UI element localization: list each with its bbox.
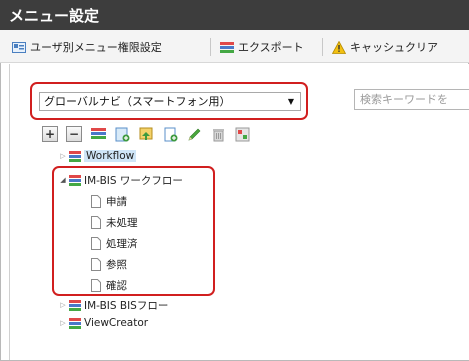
- collapsed-arrow-icon[interactable]: ▷: [59, 152, 67, 160]
- preview-icon: [235, 127, 249, 141]
- preview-button[interactable]: [234, 126, 250, 142]
- collapsed-arrow-icon[interactable]: ▷: [59, 319, 67, 327]
- minus-icon: −: [68, 127, 80, 141]
- add-page-button[interactable]: [162, 126, 178, 142]
- trash-icon: [212, 128, 224, 141]
- search-input[interactable]: 検索キーワードを: [354, 89, 469, 110]
- add-page-icon: [164, 127, 177, 141]
- add-folder-button[interactable]: [114, 126, 130, 142]
- collapsed-arrow-icon[interactable]: ▷: [59, 301, 67, 309]
- tree-node-label: IM-BIS BISフロー: [84, 299, 169, 312]
- dropdown-arrow-icon: ▼: [287, 97, 294, 106]
- collapse-all-button[interactable]: −: [66, 126, 82, 142]
- tree-node-workflow[interactable]: ▷ Workflow: [59, 148, 137, 164]
- import-button[interactable]: [138, 126, 154, 142]
- add-menu-icon: [90, 128, 106, 139]
- menu-icon: [69, 299, 81, 311]
- toolbar: ユーザ別メニュー権限設定 エクスポート キャッシュクリア: [0, 30, 469, 63]
- tree-node-viewcreator[interactable]: ▷ ViewCreator: [59, 315, 148, 331]
- add-menu-button[interactable]: [90, 126, 106, 142]
- import-icon: [139, 127, 152, 140]
- user-menu-permission-icon: [12, 41, 26, 54]
- menu-icon: [69, 150, 81, 162]
- export-icon: [220, 41, 234, 54]
- plus-icon: +: [44, 127, 56, 141]
- expand-all-button[interactable]: +: [42, 126, 58, 142]
- select-highlight: グローバルナビ（スマートフォン用） ▼: [30, 82, 308, 120]
- tree-node-label: Workflow: [84, 150, 137, 162]
- title-bar: メニュー設定: [0, 0, 469, 30]
- menu-select[interactable]: グローバルナビ（スマートフォン用） ▼: [39, 92, 301, 111]
- tree-node-im-bis-bisflow[interactable]: ▷ IM-BIS BISフロー: [59, 297, 168, 313]
- delete-button[interactable]: [210, 126, 226, 142]
- tree-toolbar: + −: [42, 123, 258, 145]
- toolbar-divider: [322, 38, 323, 56]
- add-folder-icon: [115, 127, 129, 141]
- tree-highlight-box: [52, 166, 215, 296]
- user-menu-permission-button[interactable]: ユーザ別メニュー権限設定: [12, 38, 162, 56]
- export-button[interactable]: エクスポート: [220, 38, 304, 56]
- search-placeholder: 検索キーワードを: [360, 93, 448, 106]
- user-menu-permission-label: ユーザ別メニュー権限設定: [30, 41, 162, 54]
- cache-clear-button[interactable]: キャッシュクリア: [331, 38, 438, 56]
- page-title: メニュー設定: [9, 7, 100, 25]
- menu-icon: [69, 317, 81, 329]
- tree-node-label: ViewCreator: [84, 317, 149, 329]
- cache-clear-label: キャッシュクリア: [350, 41, 438, 54]
- export-label: エクスポート: [238, 41, 304, 54]
- pencil-icon: [188, 128, 200, 140]
- menu-select-value: グローバルナビ（スマートフォン用）: [44, 95, 231, 108]
- warning-icon: [331, 40, 347, 54]
- toolbar-divider: [210, 38, 211, 56]
- edit-button[interactable]: [186, 126, 202, 142]
